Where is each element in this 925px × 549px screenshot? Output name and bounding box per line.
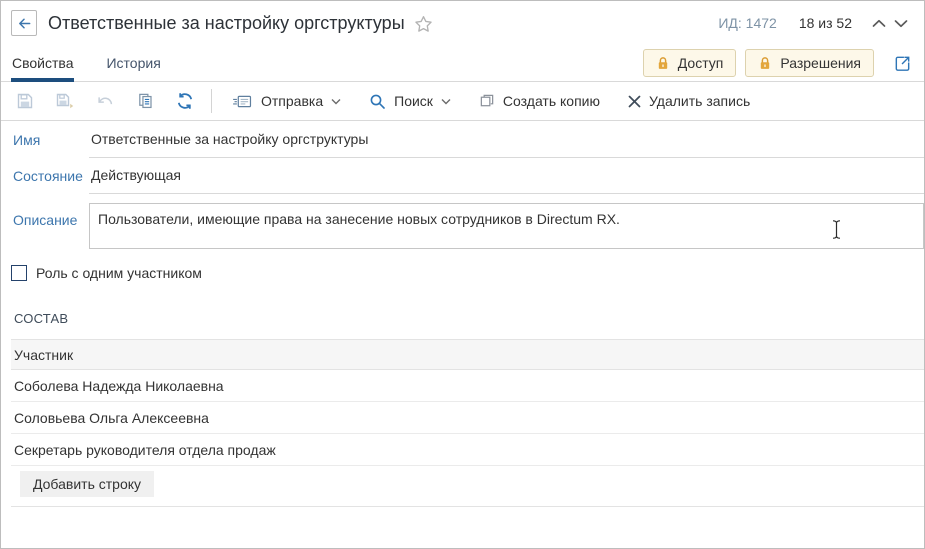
- access-button-label: Доступ: [678, 55, 724, 71]
- field-label-state: Состояние: [1, 168, 89, 184]
- toolbar-separator: [211, 89, 212, 113]
- create-copy-label: Создать копию: [503, 93, 600, 109]
- header: Ответственные за настройку оргструктуры …: [1, 1, 924, 45]
- back-arrow-icon: [17, 16, 32, 31]
- table-row[interactable]: Секретарь руководителя отдела продаж: [11, 434, 924, 466]
- create-copy-button[interactable]: Создать копию: [465, 93, 614, 109]
- record-pager: 18 из 52: [799, 15, 852, 31]
- permissions-button-label: Разрешения: [780, 55, 861, 71]
- refresh-button[interactable]: [165, 92, 205, 110]
- delete-record-button[interactable]: Удалить запись: [614, 93, 764, 109]
- search-menu[interactable]: Поиск: [355, 93, 465, 110]
- access-button[interactable]: Доступ: [643, 49, 737, 77]
- field-label-description: Описание: [1, 203, 89, 228]
- field-row-description: Описание Пользователи, имеющие права на …: [1, 203, 924, 249]
- chevron-up-icon: [872, 19, 886, 28]
- refresh-icon: [176, 92, 194, 110]
- table-row[interactable]: Соловьева Ольга Алексеевна: [11, 402, 924, 434]
- undo-button[interactable]: [85, 94, 125, 109]
- toolbar: Отправка Поиск Создать копию Удалить: [1, 82, 924, 121]
- previous-record-button[interactable]: [868, 12, 890, 34]
- state-field[interactable]: Действующая: [89, 158, 924, 194]
- delete-record-label: Удалить запись: [649, 93, 750, 109]
- chevron-down-icon: [331, 98, 341, 105]
- record-id: ИД: 1472: [718, 15, 776, 31]
- tab-actions: Доступ Разрешения: [634, 49, 912, 77]
- field-label-name: Имя: [1, 132, 89, 148]
- send-menu[interactable]: Отправка: [218, 93, 355, 109]
- tab-properties[interactable]: Свойства: [11, 45, 74, 81]
- lock-icon: [656, 55, 670, 71]
- add-row-button[interactable]: Добавить строку: [20, 471, 154, 497]
- single-member-row: Роль с одним участником: [11, 264, 924, 282]
- table-footer: Добавить строку: [11, 466, 924, 507]
- save-and-add-button[interactable]: [45, 92, 85, 110]
- tab-bar: Свойства История Доступ Разрешения: [1, 45, 924, 82]
- next-record-button[interactable]: [890, 12, 912, 34]
- page-title: Ответственные за настройку оргструктуры: [48, 13, 405, 34]
- permissions-button[interactable]: Разрешения: [745, 49, 874, 77]
- members-table: Участник Соболева Надежда Николаевна Сол…: [11, 339, 924, 507]
- name-field[interactable]: Ответственные за настройку оргструктуры: [89, 122, 924, 158]
- record-card-window: Ответственные за настройку оргструктуры …: [0, 0, 925, 549]
- members-section-title: СОСТАВ: [14, 311, 924, 326]
- column-header-participant[interactable]: Участник: [11, 339, 924, 370]
- table-row[interactable]: Соболева Надежда Николаевна: [11, 370, 924, 402]
- copy-document-icon: [137, 92, 154, 110]
- single-member-checkbox[interactable]: [11, 265, 27, 281]
- tab-history[interactable]: История: [105, 45, 161, 81]
- undo-icon: [96, 94, 115, 109]
- send-menu-label: Отправка: [261, 93, 323, 109]
- chevron-down-icon: [441, 98, 451, 105]
- save-button[interactable]: [5, 92, 45, 110]
- search-menu-label: Поиск: [394, 93, 433, 109]
- description-textarea[interactable]: Пользователи, имеющие права на занесение…: [89, 203, 924, 249]
- search-icon: [369, 93, 386, 110]
- favorite-star-icon[interactable]: [414, 15, 433, 33]
- open-in-window-icon: [893, 54, 912, 73]
- single-member-checkbox-label: Роль с одним участником: [36, 265, 202, 281]
- back-button[interactable]: [11, 10, 37, 36]
- save-and-add-icon: [55, 92, 75, 110]
- duplicate-icon: [479, 93, 495, 109]
- field-row-name: Имя Ответственные за настройку оргструкт…: [1, 122, 924, 158]
- lock-icon: [758, 55, 772, 71]
- save-icon: [16, 92, 34, 110]
- delete-x-icon: [628, 95, 641, 108]
- copy-button[interactable]: [125, 92, 165, 110]
- field-row-state: Состояние Действующая: [1, 158, 924, 194]
- chevron-down-icon: [894, 19, 908, 28]
- send-icon: [232, 94, 253, 109]
- open-in-window-button[interactable]: [893, 54, 912, 73]
